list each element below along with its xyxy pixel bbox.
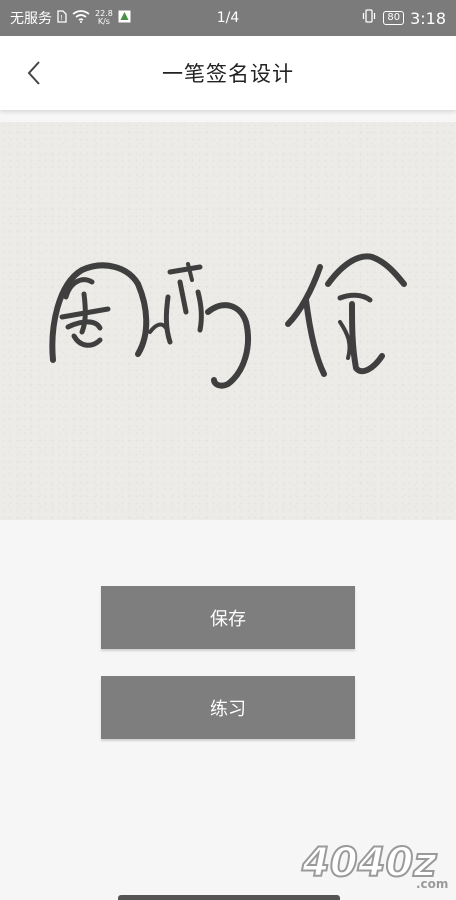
home-indicator[interactable] bbox=[118, 895, 340, 900]
sim-icon: ! bbox=[57, 9, 67, 27]
signature-preview bbox=[0, 122, 456, 520]
battery-indicator: 80 bbox=[383, 11, 405, 25]
signature-artwork bbox=[49, 253, 407, 389]
practice-button[interactable]: 练习 bbox=[101, 676, 355, 739]
clock: 3:18 bbox=[410, 8, 446, 28]
net-speed-unit: K/s bbox=[97, 17, 110, 26]
chevron-left-icon bbox=[27, 61, 40, 85]
status-right: 80 3:18 bbox=[361, 9, 446, 28]
net-speed: 22.8 K/s bbox=[95, 10, 113, 26]
status-left: 无服务 ! 22.8 K/s bbox=[10, 8, 361, 28]
wifi-icon bbox=[72, 9, 90, 27]
watermark-suffix: .com bbox=[416, 877, 448, 891]
page-title: 一笔签名设计 bbox=[162, 62, 294, 86]
app-notification-icon bbox=[118, 10, 131, 27]
site-watermark-logo: 4040z .com bbox=[298, 832, 448, 892]
back-button[interactable] bbox=[18, 57, 50, 89]
top-navbar: 一笔签名设计 bbox=[0, 36, 456, 110]
status-bar: 无服务 ! 22.8 K/s 1/4 80 3:18 bbox=[0, 0, 456, 36]
carrier-label: 无服务 bbox=[10, 11, 52, 27]
save-button[interactable]: 保存 bbox=[101, 586, 355, 649]
vibrate-icon bbox=[361, 9, 377, 27]
svg-text:!: ! bbox=[60, 14, 63, 22]
